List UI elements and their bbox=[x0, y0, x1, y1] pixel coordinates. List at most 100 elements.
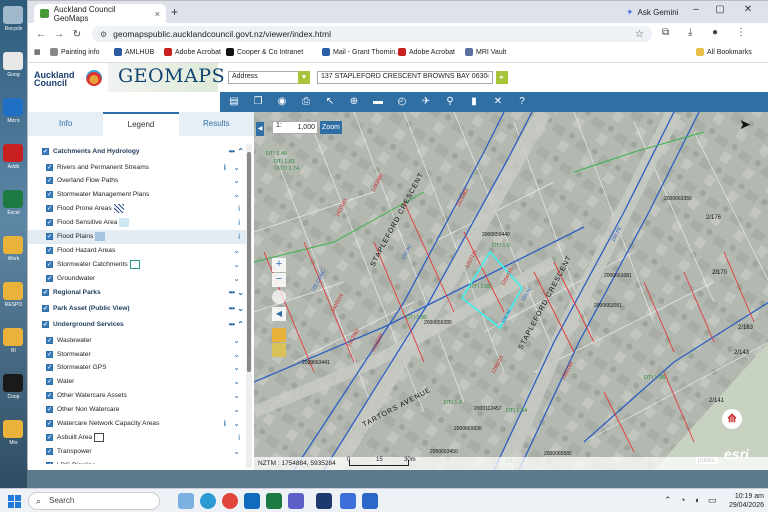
downloads-icon[interactable]: ⤓ bbox=[688, 27, 692, 38]
minimize-icon[interactable]: – bbox=[684, 4, 708, 15]
bookmark-icon[interactable]: ▮ bbox=[466, 94, 482, 110]
desktop-shortcut-icon[interactable] bbox=[3, 190, 23, 208]
expand-layer-icon[interactable]: ⌄ bbox=[233, 190, 240, 199]
layer-info-icon[interactable]: i bbox=[238, 433, 240, 442]
layer-checkbox[interactable]: ✓ bbox=[46, 447, 53, 455]
desktop-shortcut-icon[interactable] bbox=[3, 52, 23, 70]
layer-item[interactable]: ✓ Flood Sensitive Area i bbox=[28, 216, 246, 230]
expand-layer-icon[interactable]: ⌄ bbox=[233, 391, 240, 400]
layer-checkbox[interactable]: ✓ bbox=[42, 304, 49, 312]
layer-group[interactable]: ✓ Regional Parks ••• ⌄ bbox=[28, 285, 246, 299]
scroll-thumb[interactable] bbox=[247, 152, 251, 372]
layer-checkbox[interactable]: ✓ bbox=[46, 461, 53, 464]
search-go-icon[interactable]: ▸ bbox=[496, 71, 508, 84]
layer-checkbox[interactable]: ✓ bbox=[42, 147, 49, 155]
onedrive-icon[interactable] bbox=[362, 493, 378, 509]
excel-icon[interactable] bbox=[266, 493, 282, 509]
group-toggle-icon[interactable]: ⌃ bbox=[237, 147, 244, 156]
layer-item[interactable]: ✓ Flood Plains i bbox=[28, 229, 246, 244]
desktop-shortcut-icon[interactable] bbox=[3, 282, 23, 300]
teams-icon[interactable] bbox=[288, 493, 304, 509]
map-canvas[interactable]: STAPLEFORD CRESCENTSTAPLEFORD CRESCENTTA… bbox=[254, 112, 768, 470]
layer-item[interactable]: ✓ Stormwater Management Plans ⌄ bbox=[28, 188, 246, 202]
windows-start-icon[interactable] bbox=[8, 495, 21, 508]
layer-group[interactable]: ✓ Park Asset (Public View) ••• ⌄ bbox=[28, 301, 246, 315]
layer-checkbox[interactable]: ✓ bbox=[46, 378, 53, 386]
maximize-icon[interactable]: ▢ bbox=[708, 4, 732, 15]
tab-legend[interactable]: Legend bbox=[103, 112, 179, 136]
identify-icon[interactable]: ⊕ bbox=[346, 94, 362, 110]
wifi-icon[interactable]: ◔ bbox=[680, 495, 685, 505]
layer-item[interactable]: ✓ Wastewater ⌄ bbox=[28, 333, 246, 347]
layer-checkbox[interactable]: ✓ bbox=[46, 191, 53, 199]
layer-info-icon[interactable]: i bbox=[238, 204, 240, 213]
layer-checkbox[interactable]: ✓ bbox=[46, 433, 53, 441]
globe-icon[interactable] bbox=[272, 290, 286, 304]
zoom-to-scale-button[interactable]: Zoom bbox=[320, 121, 342, 134]
layer-info-icon[interactable]: i bbox=[224, 419, 226, 428]
map-view[interactable]: STAPLEFORD CRESCENT STAPLEFORD CRESCENT TA… bbox=[254, 112, 768, 470]
layer-item[interactable]: ✓ Water ⌄ bbox=[28, 375, 246, 389]
battery-icon[interactable]: ▭ bbox=[708, 495, 717, 506]
apps-icon[interactable]: ▦ bbox=[34, 48, 41, 56]
pdf-export-icon[interactable]: ⟰ bbox=[722, 409, 742, 429]
desktop-shortcut-icon[interactable] bbox=[3, 98, 23, 116]
layer-checkbox[interactable]: ✓ bbox=[42, 288, 49, 296]
desktop-shortcut-icon[interactable] bbox=[3, 236, 23, 254]
layer-checkbox[interactable]: ✓ bbox=[46, 350, 53, 358]
layer-checkbox[interactable]: ✓ bbox=[42, 320, 49, 328]
bookmark-star-icon[interactable]: ☆ bbox=[635, 29, 644, 40]
layer-info-icon[interactable]: i bbox=[238, 232, 240, 241]
store-icon[interactable] bbox=[340, 493, 356, 509]
layer-checkbox[interactable]: ✓ bbox=[46, 336, 53, 344]
address-bar[interactable]: ⚙ geomapspublic.aucklandcouncil.govt.nz/… bbox=[92, 26, 652, 42]
search-type-dropdown-icon[interactable]: ▼ bbox=[298, 71, 310, 84]
layer-checkbox[interactable]: ✓ bbox=[46, 177, 53, 185]
layer-item[interactable]: ✓ Asbuilt Area i bbox=[28, 430, 246, 444]
layer-item[interactable]: ✓ Stormwater GPS ⌄ bbox=[28, 361, 246, 375]
layer-item[interactable]: ✓ Transpower ⌄ bbox=[28, 444, 246, 458]
expand-layer-icon[interactable]: ⌄ bbox=[233, 419, 240, 428]
layer-item[interactable]: ✓ Other Non Watercare ⌄ bbox=[28, 403, 246, 417]
bookmark-item[interactable]: AMLHUB bbox=[114, 48, 154, 56]
group-toggle-icon[interactable]: ⌄ bbox=[237, 288, 244, 297]
outlook-icon[interactable] bbox=[244, 493, 260, 509]
basemap-icon[interactable]: ▤ bbox=[226, 94, 242, 110]
measure-icon[interactable]: ▬ bbox=[370, 94, 386, 110]
history-icon[interactable]: ◴ bbox=[394, 94, 410, 110]
expand-layer-icon[interactable]: ⌄ bbox=[233, 447, 240, 456]
layer-checkbox[interactable]: ✓ bbox=[46, 260, 53, 268]
desktop-shortcut-icon[interactable] bbox=[3, 144, 23, 162]
widgets-icon[interactable] bbox=[178, 493, 194, 509]
expand-layer-icon[interactable]: ⌄ bbox=[233, 260, 240, 269]
pegman-icon[interactable] bbox=[272, 343, 286, 357]
layer-item[interactable]: ✓ Stormwater ⌄ bbox=[28, 347, 246, 361]
edge-icon[interactable] bbox=[200, 493, 216, 509]
layer-item[interactable]: ✓ Flood Prone Areas i bbox=[28, 202, 246, 216]
expand-layer-icon[interactable]: ⌄ bbox=[233, 350, 240, 359]
bookmark-item[interactable]: Painting info bbox=[50, 48, 100, 56]
zoom-out-button[interactable]: − bbox=[272, 273, 286, 287]
expand-layer-icon[interactable]: ⌄ bbox=[233, 246, 240, 255]
ask-gemini-button[interactable]: ✦ Ask Gemini bbox=[620, 5, 684, 19]
expand-layer-icon[interactable]: ⌄ bbox=[233, 336, 240, 345]
layer-group[interactable]: ✓ Catchments And Hydrology ••• ⌃ bbox=[28, 144, 246, 158]
tab-results[interactable]: Results bbox=[179, 112, 254, 136]
expand-layer-icon[interactable]: ⌄ bbox=[233, 377, 240, 386]
print-icon[interactable]: ⎙ bbox=[298, 94, 314, 110]
extensions-icon[interactable]: ⧉ bbox=[662, 27, 669, 38]
expand-layer-icon[interactable]: ⌄ bbox=[233, 163, 240, 172]
layer-info-icon[interactable]: i bbox=[224, 163, 226, 172]
reload-icon[interactable]: ↻ bbox=[68, 29, 86, 40]
tools-icon[interactable]: ✕ bbox=[490, 94, 506, 110]
collapse-panel-button[interactable]: ◀ bbox=[256, 122, 264, 136]
chrome-icon[interactable] bbox=[222, 493, 238, 509]
layer-group[interactable]: ✓ Underground Services ••• ⌃ bbox=[28, 317, 246, 331]
site-info-icon[interactable]: ⚙ bbox=[100, 30, 107, 39]
group-toggle-icon[interactable]: ⌃ bbox=[237, 320, 244, 329]
volume-icon[interactable]: ◖ bbox=[694, 495, 699, 505]
help-icon[interactable]: ? bbox=[514, 94, 530, 110]
layer-checkbox[interactable]: ✓ bbox=[46, 163, 53, 171]
profile-icon[interactable]: ● bbox=[712, 27, 718, 38]
layer-scrollbar[interactable] bbox=[246, 144, 252, 468]
